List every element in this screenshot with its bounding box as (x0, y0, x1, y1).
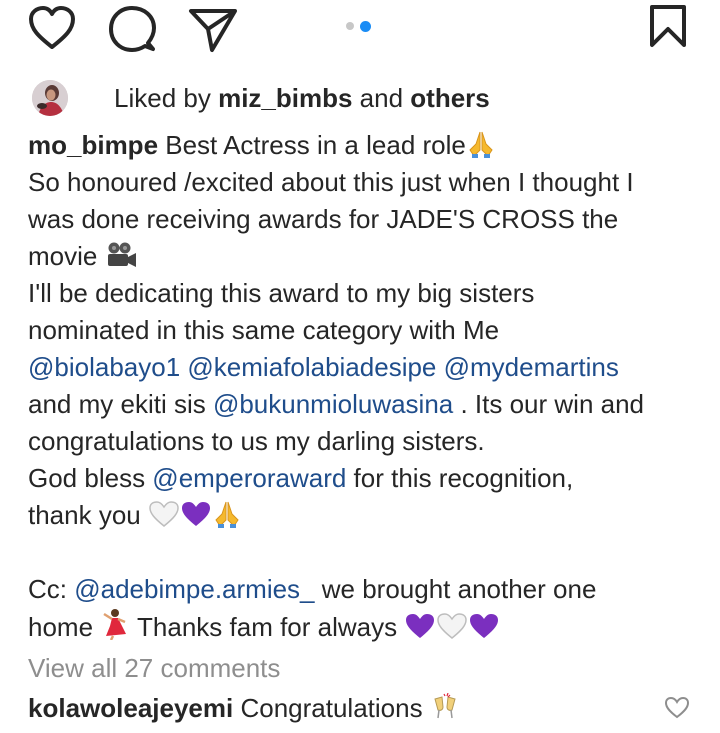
caption-text: Thanks fam for always (130, 612, 405, 642)
caption-text: was done receiving awards for JADE'S CRO… (28, 204, 619, 234)
caption-text: God bless (28, 463, 153, 493)
comment-username[interactable]: kolawoleajeyemi (28, 693, 233, 723)
folded-hands-emoji (212, 498, 242, 538)
liker-username[interactable]: miz_bimbs (218, 83, 352, 113)
likes-row: Liked by miz_bimbs and others (32, 76, 712, 120)
like-heart-icon[interactable] (28, 5, 76, 51)
share-send-icon[interactable] (188, 6, 238, 54)
post-caption: mo_bimpe Best Actress in a lead role So … (28, 127, 708, 645)
caption-text: nominated in this same category with Me (28, 315, 500, 345)
folded-hands-emoji (466, 128, 496, 168)
caption-text: Best Actress in a lead role (158, 130, 466, 160)
movie-camera-emoji (105, 241, 137, 279)
caption-author[interactable]: mo_bimpe (28, 130, 158, 160)
caption-text: congratulations to us my darling sisters… (28, 426, 485, 456)
caption-text: Cc: (28, 574, 75, 604)
comment-bubble-icon[interactable] (108, 5, 156, 53)
dancer-emoji (100, 608, 130, 650)
comment-row: kolawoleajeyemi Congratulations (28, 692, 718, 733)
carousel-dot (346, 22, 354, 30)
liked-by-prefix: Liked by (114, 82, 219, 113)
caption-text: thank you (28, 500, 148, 530)
purple-heart-emoji (404, 612, 436, 650)
purple-heart-emoji (180, 500, 212, 538)
mention-link[interactable]: @biolabayo1 (28, 352, 180, 382)
comment-text: Congratulations (233, 693, 430, 723)
mention-link[interactable]: @emperoraward (152, 463, 346, 493)
caption-text: movie (28, 241, 105, 271)
caption-text: for this recognition, (346, 463, 574, 493)
view-all-comments-link[interactable]: View all 27 comments (28, 653, 280, 684)
comment-like-heart-icon[interactable] (664, 696, 690, 720)
liker-avatar[interactable] (32, 80, 68, 116)
white-heart-emoji (436, 612, 468, 650)
mention-link[interactable]: @mydemartins (444, 352, 619, 382)
post-action-bar (0, 0, 720, 60)
clinking-glasses-emoji (430, 692, 460, 728)
carousel-indicator (346, 20, 371, 32)
liked-by-others[interactable]: others (410, 83, 489, 113)
caption-text: So honoured /excited about this just whe… (28, 167, 634, 197)
mention-link[interactable]: @adebimpe.armies_ (74, 574, 314, 604)
caption-text: and my ekiti sis (28, 389, 213, 419)
mention-link[interactable]: @bukunmioluwasina (213, 389, 453, 419)
caption-text: . Its our win and (453, 389, 645, 419)
white-heart-emoji (148, 500, 180, 538)
carousel-dot-active (360, 20, 371, 32)
caption-text: home (28, 612, 101, 642)
purple-heart-emoji (468, 612, 500, 650)
bookmark-save-icon[interactable] (648, 4, 688, 48)
mention-link[interactable]: @kemiafolabiadesipe (187, 352, 436, 382)
caption-text: we brought another one (314, 574, 597, 604)
caption-text: I'll be dedicating this award to my big … (28, 278, 535, 308)
liked-by-text[interactable]: Liked by miz_bimbs and others (114, 83, 490, 114)
liked-by-and: and (352, 82, 411, 113)
